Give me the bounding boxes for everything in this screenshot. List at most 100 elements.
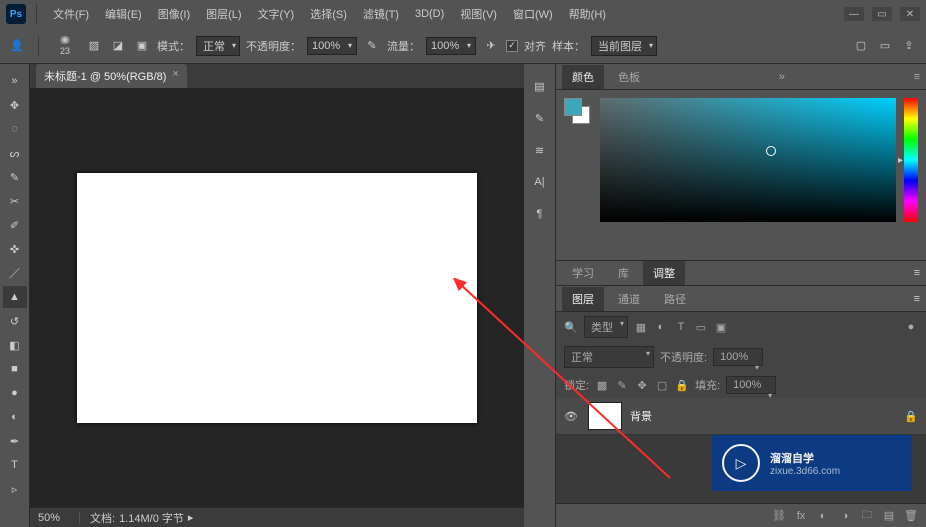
- brush-settings-panel-icon[interactable]: ≋: [528, 138, 552, 162]
- flow-input[interactable]: 100%: [426, 37, 476, 55]
- gradient-tool[interactable]: ■: [3, 358, 27, 380]
- opacity-input[interactable]: 100%: [307, 37, 357, 55]
- canvas-viewport[interactable]: [30, 88, 524, 507]
- lock-transparent-icon[interactable]: ▩: [595, 378, 609, 392]
- healing-tool[interactable]: ✜: [3, 238, 27, 260]
- layer-name[interactable]: 背景: [630, 408, 896, 424]
- eyedropper-tool[interactable]: ✐: [3, 214, 27, 236]
- eraser-tool[interactable]: ◧: [3, 334, 27, 356]
- brush-tool[interactable]: ／: [3, 262, 27, 284]
- share-icon[interactable]: ⇪: [900, 37, 918, 55]
- stamp-tool[interactable]: ▲: [3, 286, 27, 308]
- panel-menu-icon[interactable]: ≡: [914, 293, 920, 305]
- tab-adjustments[interactable]: 调整: [643, 261, 685, 285]
- fx-icon[interactable]: fx: [794, 509, 808, 523]
- history-panel-icon[interactable]: ▤: [528, 74, 552, 98]
- airbrush-icon[interactable]: ✈: [482, 37, 500, 55]
- document-tab[interactable]: 未标题-1 @ 50%(RGB/8) ×: [36, 64, 187, 88]
- crop-tool[interactable]: ✂: [3, 190, 27, 212]
- group-icon[interactable]: 🗀: [860, 509, 874, 523]
- tab-swatches[interactable]: 色板: [608, 65, 650, 89]
- lock-move-icon[interactable]: ✥: [635, 378, 649, 392]
- tool-preset-icon[interactable]: 👤: [8, 37, 26, 55]
- brushes-panel-icon[interactable]: ✎: [528, 106, 552, 130]
- adjustment-icon[interactable]: ◑: [838, 509, 852, 523]
- brush-settings-icon[interactable]: ▨: [85, 37, 103, 55]
- link-layers-icon[interactable]: ⛓: [772, 509, 786, 523]
- panel-menu-icon[interactable]: ≡: [914, 267, 920, 279]
- trash-icon[interactable]: 🗑: [904, 509, 918, 523]
- collapse-icon[interactable]: »: [779, 71, 785, 83]
- color-field[interactable]: [600, 98, 896, 222]
- tab-learn[interactable]: 学习: [562, 261, 604, 285]
- menu-filter[interactable]: 滤镜(T): [357, 2, 405, 26]
- fill-input[interactable]: 100%: [726, 376, 776, 394]
- lock-all-icon[interactable]: 🔒: [675, 378, 689, 392]
- menu-help[interactable]: 帮助(H): [563, 2, 612, 26]
- new-layer-icon[interactable]: ▤: [882, 509, 896, 523]
- menu-window[interactable]: 窗口(W): [507, 2, 559, 26]
- path-tool[interactable]: ▹: [3, 478, 27, 500]
- menu-layer[interactable]: 图层(L): [200, 2, 247, 26]
- color-picker-cursor[interactable]: [766, 146, 776, 156]
- menu-image[interactable]: 图像(I): [152, 2, 196, 26]
- close-button[interactable]: ✕: [900, 7, 920, 21]
- marquee-tool[interactable]: ◌: [3, 118, 27, 140]
- lock-paint-icon[interactable]: ✎: [615, 378, 629, 392]
- brush-preset-picker[interactable]: 23: [51, 32, 79, 60]
- filter-shape-icon[interactable]: ▭: [694, 320, 708, 334]
- quickselect-tool[interactable]: ✎: [3, 166, 27, 188]
- menu-view[interactable]: 视图(V): [454, 2, 503, 26]
- menu-edit[interactable]: 编辑(E): [99, 2, 148, 26]
- filter-type-icon[interactable]: T: [674, 320, 688, 334]
- quickmask-icon[interactable]: ▢: [852, 37, 870, 55]
- menu-file[interactable]: 文件(F): [47, 2, 95, 26]
- screenmode-icon[interactable]: ▭: [876, 37, 894, 55]
- move-tool[interactable]: ✥: [3, 94, 27, 116]
- maximize-button[interactable]: ▭: [872, 7, 892, 21]
- lock-artboard-icon[interactable]: ▢: [655, 378, 669, 392]
- tab-paths[interactable]: 路径: [654, 287, 696, 311]
- filter-toggle-icon[interactable]: ●: [904, 320, 918, 334]
- pressure-opacity-icon[interactable]: ◪: [109, 37, 127, 55]
- zoom-level[interactable]: 50%: [30, 512, 80, 524]
- menu-select[interactable]: 选择(S): [304, 2, 353, 26]
- minimize-button[interactable]: —: [844, 7, 864, 21]
- chevron-right-icon[interactable]: ▸: [188, 511, 194, 524]
- tab-libraries[interactable]: 库: [608, 261, 639, 285]
- canvas[interactable]: [77, 173, 477, 423]
- lasso-tool[interactable]: ᔕ: [3, 142, 27, 164]
- history-tool[interactable]: ↺: [3, 310, 27, 332]
- hue-slider[interactable]: ▸: [904, 98, 918, 222]
- character-panel-icon[interactable]: A|: [528, 170, 552, 194]
- filter-adjust-icon[interactable]: ◐: [654, 320, 668, 334]
- tab-color[interactable]: 颜色: [562, 65, 604, 89]
- layer-row[interactable]: 👁 背景 🔒: [556, 398, 926, 435]
- mask-icon[interactable]: ◐: [816, 509, 830, 523]
- pen-tool[interactable]: ✒: [3, 430, 27, 452]
- tablet-icon[interactable]: ▣: [133, 37, 151, 55]
- blur-tool[interactable]: ●: [3, 382, 27, 404]
- menu-type[interactable]: 文字(Y): [252, 2, 301, 26]
- close-tab-icon[interactable]: ×: [172, 68, 178, 84]
- menu-3d[interactable]: 3D(D): [409, 4, 450, 24]
- tab-channels[interactable]: 通道: [608, 287, 650, 311]
- layer-opacity-input[interactable]: 100%: [713, 348, 763, 366]
- expand-tools-icon[interactable]: »: [3, 70, 27, 92]
- blend-mode-layer-dropdown[interactable]: 正常: [564, 346, 654, 368]
- type-tool[interactable]: T: [3, 454, 27, 476]
- opacity-pressure-icon[interactable]: ✎: [363, 37, 381, 55]
- fg-bg-swatch[interactable]: [564, 98, 592, 252]
- foreground-color[interactable]: [564, 98, 582, 116]
- visibility-icon[interactable]: 👁: [564, 410, 580, 423]
- align-checkbox[interactable]: [506, 40, 518, 52]
- dodge-tool[interactable]: ◐: [3, 406, 27, 428]
- tab-layers[interactable]: 图层: [562, 287, 604, 311]
- filter-type-dropdown[interactable]: 类型: [584, 316, 628, 338]
- filter-pixel-icon[interactable]: ▦: [634, 320, 648, 334]
- panel-menu-icon[interactable]: ≡: [914, 71, 920, 83]
- paragraph-panel-icon[interactable]: ¶: [528, 202, 552, 226]
- search-icon[interactable]: 🔍: [564, 320, 578, 334]
- blend-mode-dropdown[interactable]: 正常: [196, 36, 240, 56]
- filter-smart-icon[interactable]: ▣: [714, 320, 728, 334]
